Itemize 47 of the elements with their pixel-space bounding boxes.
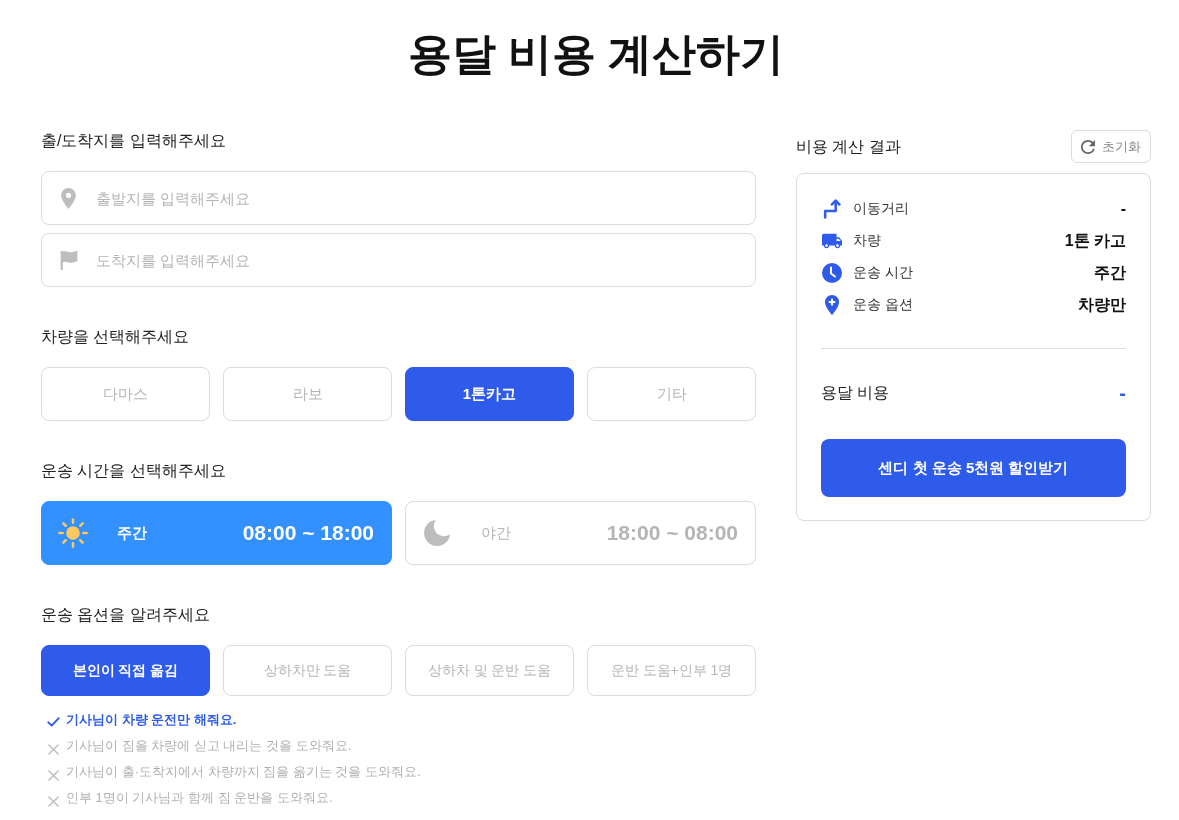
total-label: 용달 비용 — [821, 382, 890, 403]
service-option[interactable]: 상하차만 도움 — [223, 645, 392, 696]
service-note: 기사님이 차량 운전만 해줘요. — [66, 711, 237, 729]
refresh-icon — [1081, 139, 1095, 154]
time-label: 야간 — [481, 523, 511, 543]
summary-label: 운송 옵션 — [853, 296, 913, 314]
page-title: 용달 비용 계산하기 — [406, 28, 786, 80]
result-heading: 비용 계산 결과 — [796, 136, 901, 157]
time-range: 08:00 ~ 18:00 — [242, 521, 374, 545]
flag-icon — [60, 251, 78, 270]
pin-plus-icon — [822, 295, 842, 315]
summary-value: 주간 — [1094, 262, 1126, 283]
vehicle-option[interactable]: 라보 — [223, 367, 392, 421]
service-option[interactable]: 본인이 직접 옮김 — [41, 645, 210, 696]
summary-label: 차량 — [853, 232, 881, 250]
turn-arrow-icon — [822, 199, 842, 219]
section-heading: 운송 시간을 선택해주세요 — [41, 461, 227, 481]
summary-value: 1톤 카고 — [1064, 230, 1126, 251]
summary-label: 운송 시간 — [853, 264, 913, 282]
section-heading: 차량을 선택해주세요 — [41, 327, 191, 347]
total-value: - — [1119, 381, 1126, 405]
location-pin-icon — [61, 188, 76, 209]
discount-button[interactable]: 센디 첫 운송 5천원 할인받기 — [821, 439, 1126, 497]
section-heading: 출/도착지를 입력해주세요 — [41, 131, 227, 151]
summary-value: - — [1120, 200, 1126, 218]
reset-button[interactable]: 초기화 — [1071, 130, 1151, 163]
summary-label: 이동거리 — [853, 200, 909, 218]
service-note: 기사님이 짐을 차량에 싣고 내리는 것을 도와줘요. — [66, 737, 352, 755]
vehicle-option[interactable]: 기타 — [587, 367, 756, 421]
time-option[interactable]: 야간 18:00 ~ 08:00 — [405, 501, 756, 565]
service-option[interactable]: 운반 도움+인부 1명 — [587, 645, 756, 696]
summary-value: 차량만 — [1078, 294, 1126, 315]
address-field[interactable]: 도착지를 입력해주세요 — [41, 233, 756, 287]
clock-icon — [822, 263, 842, 283]
service-option[interactable]: 상하차 및 운반 도움 — [405, 645, 574, 696]
time-label: 주간 — [117, 523, 147, 543]
vehicle-option[interactable]: 1톤카고 — [405, 367, 574, 421]
truck-icon — [822, 231, 842, 251]
address-field[interactable]: 출발지를 입력해주세요 — [41, 171, 756, 225]
time-range: 18:00 ~ 08:00 — [606, 521, 738, 545]
time-option[interactable]: 주간 08:00 ~ 18:00 — [41, 501, 392, 565]
section-heading: 운송 옵션을 알려주세요 — [41, 605, 211, 625]
vehicle-option[interactable]: 다마스 — [41, 367, 210, 421]
service-note: 인부 1명이 기사님과 함께 짐 운반을 도와줘요. — [66, 789, 333, 807]
service-note: 기사님이 출·도착지에서 차량까지 짐을 옮기는 것을 도와줘요. — [66, 763, 421, 781]
crescent-moon-icon — [424, 520, 450, 546]
sun-icon — [58, 518, 88, 548]
